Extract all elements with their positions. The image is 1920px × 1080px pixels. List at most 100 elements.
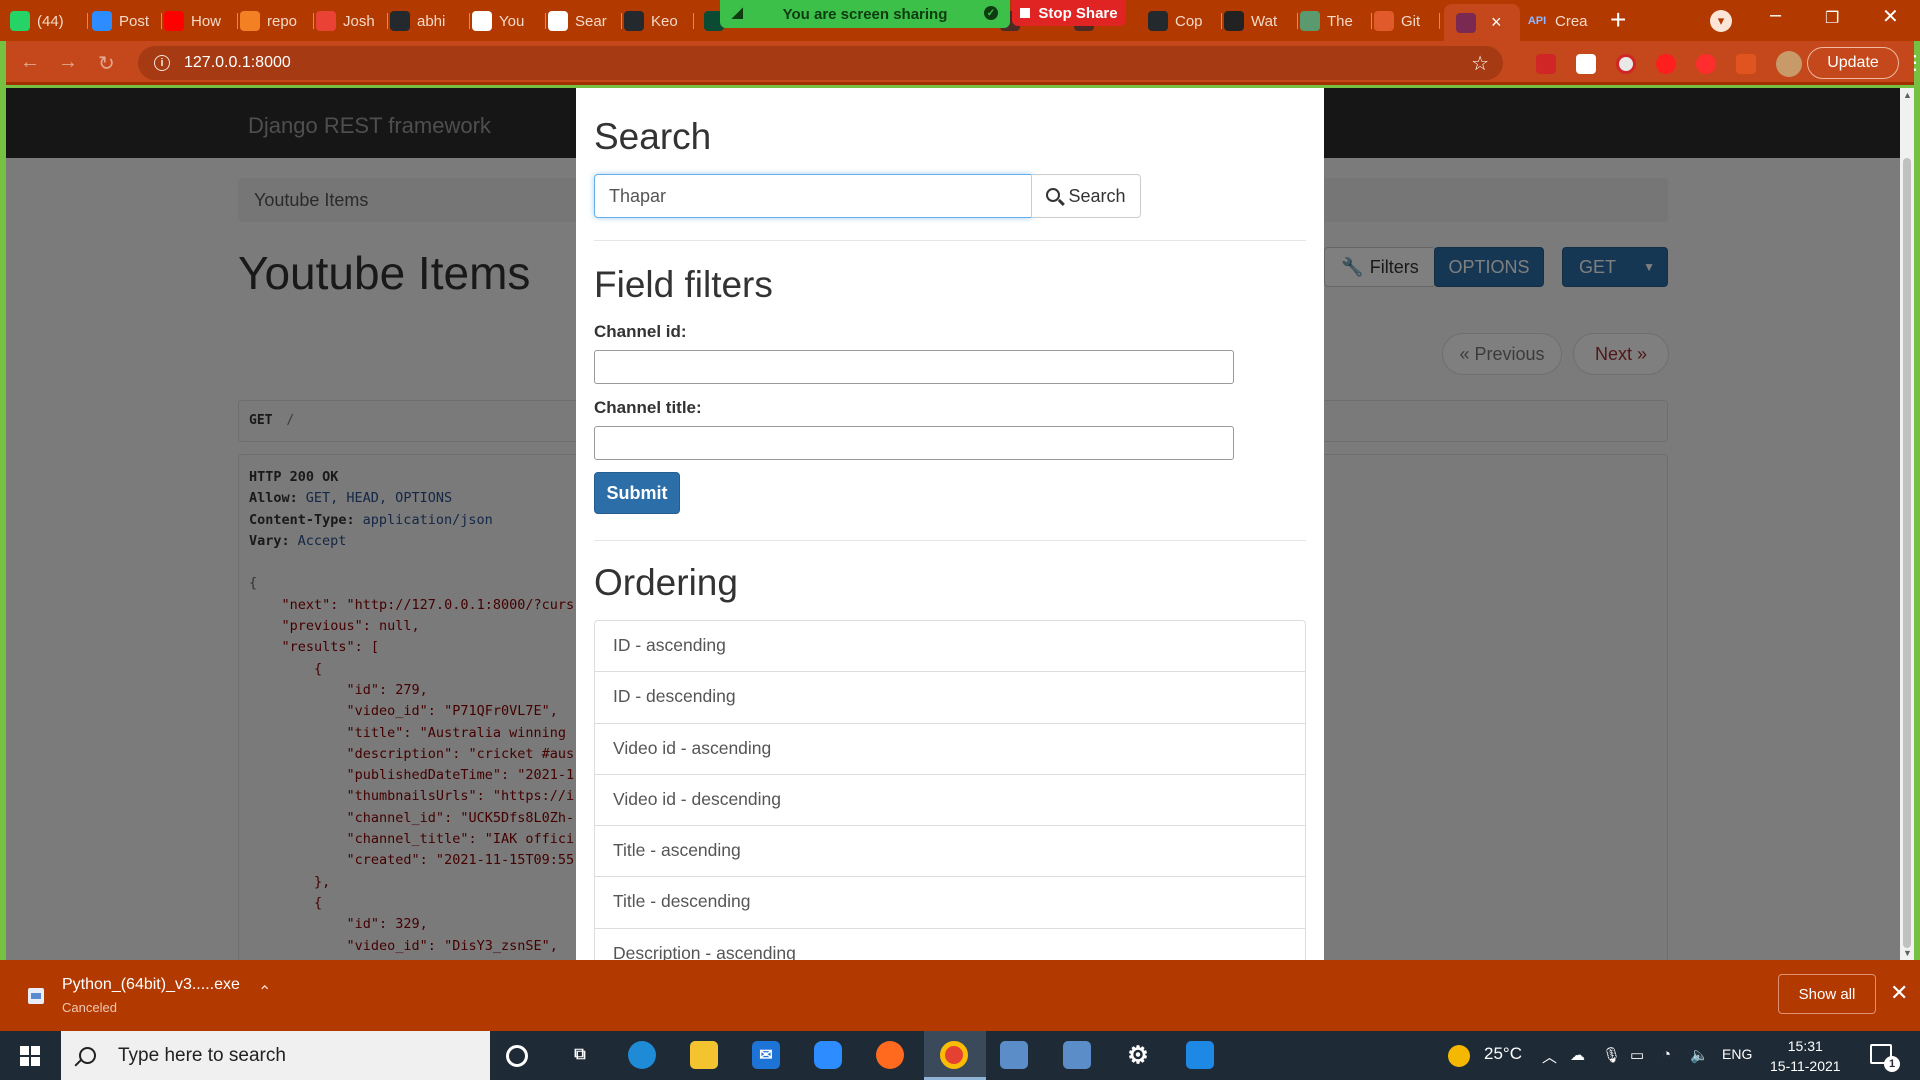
browser-tab[interactable]: abhi [390,6,470,36]
browser-tab[interactable]: The [1300,6,1372,36]
close-tab-icon[interactable]: × [1491,12,1502,33]
chevron-up-icon[interactable]: ⌃ [258,982,271,1002]
search-icon [79,1047,96,1064]
divider [594,240,1306,241]
vscode-icon[interactable] [1186,1041,1214,1069]
windows-start-icon[interactable] [20,1046,40,1066]
field-filters-heading: Field filters [594,264,773,305]
restore-icon[interactable]: ❐ [1825,8,1839,28]
search-button[interactable]: Search [1031,174,1141,218]
ordering-option[interactable]: ID - descending [595,672,1305,724]
browser-tab[interactable]: Cop [1148,6,1222,36]
zoom-icon[interactable] [814,1041,842,1069]
wifi-icon[interactable]: ◔ [1662,1046,1671,1063]
extension-icon-2[interactable] [1576,54,1596,74]
weather-temperature[interactable]: 25°C [1484,1044,1522,1064]
show-all-button[interactable]: Show all [1778,974,1876,1014]
zoom-icon [92,11,112,31]
extension-icon-5[interactable] [1696,54,1716,74]
bookmark-star-icon[interactable]: ☆ [1471,51,1489,76]
browser-tab[interactable]: You [472,6,546,36]
minimize-icon[interactable]: – [1770,4,1781,27]
clock[interactable]: 15:31 15-11-2021 [1770,1036,1841,1076]
page-scrollbar[interactable]: ▲ ▼ [1900,88,1914,960]
tab-label: Git [1401,12,1421,30]
file-explorer-icon[interactable] [690,1041,718,1069]
tab-api-create[interactable]: API Crea [1526,6,1596,36]
submit-button[interactable]: Submit [594,472,680,514]
taskbar-search[interactable]: Type here to search [61,1031,490,1080]
cortana-icon[interactable] [506,1045,528,1067]
search-input[interactable] [594,174,1032,218]
wireshark-icon[interactable] [1000,1041,1028,1069]
address-bar[interactable]: i 127.0.0.1:8000 ☆ [138,46,1503,80]
close-window-icon[interactable]: ✕ [1882,4,1899,29]
ordering-list: ID - ascending ID - descending Video id - … [594,620,1306,960]
browser-tab[interactable]: Josh [316,6,388,36]
divider [594,540,1306,541]
microphone-icon[interactable]: 🎙 [1602,1046,1621,1064]
channel-id-input[interactable] [594,350,1234,384]
browser-tab[interactable]: How [164,6,238,36]
volume-icon[interactable]: 🔈 [1690,1046,1709,1064]
tray-chevron-up-icon[interactable]: ︿ [1542,1046,1557,1067]
back-icon[interactable]: ← [20,51,40,74]
download-filename[interactable]: Python_(64bit)_v3.....exe [62,976,240,994]
weather-sun-icon[interactable] [1448,1045,1470,1067]
scrollbar-thumb[interactable] [1903,158,1911,948]
browser-tab[interactable]: Post [92,6,162,36]
wireshark-icon[interactable] [1063,1041,1091,1069]
ordering-option[interactable]: ID - ascending [595,621,1305,673]
profile-avatar[interactable] [1776,51,1802,77]
tab-search-icon[interactable]: ▾ [1710,10,1732,32]
extension-icon-3[interactable] [1616,54,1636,74]
ordering-option[interactable]: Video id - ascending [595,724,1305,775]
battery-icon[interactable]: ▭ [1630,1046,1644,1064]
firefox-icon[interactable] [876,1041,904,1069]
browser-tab[interactable]: Wat [1224,6,1298,36]
tab-label: Cop [1175,12,1203,30]
close-shelf-icon[interactable]: ✕ [1890,980,1908,1006]
extensions-puzzle-icon[interactable] [1736,54,1756,74]
onedrive-cloud-icon[interactable]: ☁ [1570,1046,1585,1064]
menu-kebab-icon[interactable]: ⋮ [1905,50,1920,75]
reload-icon[interactable]: ↻ [98,51,115,76]
ordering-option[interactable]: Title - descending [595,877,1305,929]
address-url[interactable]: 127.0.0.1:8000 [184,54,291,72]
settings-gear-icon[interactable]: ⚙ [1124,1041,1152,1069]
stop-share-button[interactable]: Stop Share [1012,0,1126,26]
extension-icon-4[interactable] [1656,54,1676,74]
ordering-option[interactable]: Description - ascending [595,929,1305,960]
tab-label: Sear [575,12,607,30]
new-tab-button[interactable]: + [1610,4,1626,36]
scroll-up-icon[interactable]: ▲ [1903,90,1912,100]
tab-separator [621,13,622,29]
tab-label: Crea [1555,12,1588,30]
browser-tab[interactable]: repo [240,6,314,36]
channel-title-input[interactable] [594,426,1234,460]
task-view-icon[interactable]: ⧉ [566,1041,594,1069]
stop-icon [1020,8,1031,18]
browser-tab[interactable]: Keo [624,6,694,36]
forward-icon[interactable]: → [58,51,78,74]
edge-icon[interactable] [628,1041,656,1069]
chrome-icon[interactable] [940,1041,968,1069]
browser-tab[interactable]: Git [1374,6,1440,36]
github-icon [1148,11,1168,31]
screen-sharing-banner: ◢ You are screen sharing ✓ [720,0,1010,28]
extension-icon-1[interactable] [1536,54,1556,74]
mail-icon[interactable]: ✉ [752,1041,780,1069]
site-info-icon[interactable]: i [154,55,170,71]
language-indicator[interactable]: ENG [1722,1046,1752,1062]
update-button[interactable]: Update [1807,47,1899,79]
tab-separator [1371,13,1372,29]
tab-separator [469,13,470,29]
browser-tab[interactable]: (44) [10,6,88,36]
ordering-option[interactable]: Title - ascending [595,826,1305,878]
ordering-option[interactable]: Video id - descending [595,775,1305,827]
browser-tab[interactable]: Sear [548,6,622,36]
tab-active-django[interactable]: × [1444,4,1520,41]
tab-label: How [191,12,222,30]
tab-label: repo [267,12,298,30]
scroll-down-icon[interactable]: ▼ [1903,948,1912,958]
